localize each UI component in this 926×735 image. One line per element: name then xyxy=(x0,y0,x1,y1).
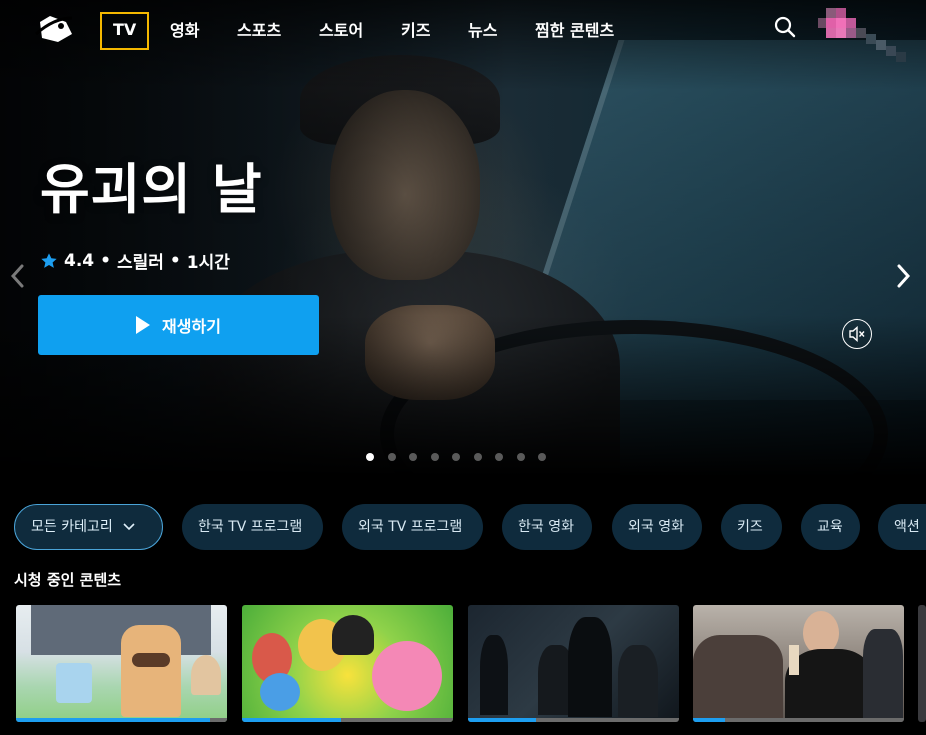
carousel-dot[interactable] xyxy=(495,453,503,461)
speaker-muted-icon xyxy=(849,326,865,342)
hero-duration: 1시간 xyxy=(186,253,230,273)
chip-korean-tv[interactable]: 한국 TV 프로그램 xyxy=(182,504,323,550)
nav-tab-news[interactable]: 뉴스 xyxy=(468,13,497,49)
carousel-next-icon[interactable] xyxy=(895,262,913,290)
hero-genre: 스릴러 xyxy=(117,253,164,273)
nav-tab-kids[interactable]: 키즈 xyxy=(401,13,430,49)
nav-tab-movies[interactable]: 영화 xyxy=(170,13,199,49)
thumbnail xyxy=(242,605,453,722)
mute-button[interactable] xyxy=(842,319,872,349)
chip-label: 모든 카테고리 xyxy=(31,519,113,535)
search-icon[interactable] xyxy=(772,14,798,40)
chip-kids[interactable]: 키즈 xyxy=(721,504,782,550)
nav-tab-watchlist[interactable]: 찜한 콘텐츠 xyxy=(535,13,614,49)
carousel-dot[interactable] xyxy=(430,453,439,461)
carousel-dot[interactable] xyxy=(387,453,396,461)
watch-progress xyxy=(16,718,227,722)
chip-foreign-movies[interactable]: 외국 영화 xyxy=(612,504,702,550)
continue-card-partial[interactable] xyxy=(918,605,926,722)
nav-tab-sports[interactable]: 스포츠 xyxy=(237,13,281,49)
carousel-dot[interactable] xyxy=(452,453,460,461)
chevron-down-icon xyxy=(123,523,135,531)
carousel-pagination xyxy=(366,453,546,461)
app-logo-icon[interactable] xyxy=(34,12,74,46)
hero-meta: 4.4 • 스릴러 • 1시간 xyxy=(40,248,230,273)
chip-all-categories[interactable]: 모든 카테고리 xyxy=(14,504,163,550)
chip-korean-movies[interactable]: 한국 영화 xyxy=(502,504,592,550)
nav-tab-store[interactable]: 스토어 xyxy=(319,13,363,49)
continue-card[interactable] xyxy=(242,605,453,722)
play-icon xyxy=(136,316,151,334)
hero-title: 유괴의 날 xyxy=(40,158,263,221)
chip-action[interactable]: 액션 xyxy=(878,504,926,550)
thumbnail xyxy=(468,605,679,722)
carousel-dot[interactable] xyxy=(473,453,482,461)
star-icon xyxy=(41,252,57,268)
watch-progress-fill xyxy=(16,718,211,722)
chip-foreign-tv[interactable]: 외국 TV 프로그램 xyxy=(342,504,483,550)
profile-avatar[interactable] xyxy=(818,8,918,68)
watch-progress-fill xyxy=(242,718,342,722)
carousel-dot[interactable] xyxy=(409,453,417,461)
watch-progress xyxy=(693,718,904,722)
watch-progress-fill xyxy=(468,718,536,722)
top-nav: TV 영화 스포츠 스토어 키즈 뉴스 찜한 콘텐츠 xyxy=(0,0,926,62)
continue-card[interactable] xyxy=(693,605,904,722)
continue-card[interactable] xyxy=(468,605,679,722)
carousel-dot[interactable] xyxy=(516,453,525,461)
carousel-dot[interactable] xyxy=(538,453,546,461)
play-button[interactable]: 재생하기 xyxy=(38,295,319,355)
nav-tab-tv[interactable]: TV xyxy=(100,12,150,50)
thumbnail xyxy=(16,605,227,722)
chip-education[interactable]: 교육 xyxy=(801,504,860,550)
carousel-prev-icon[interactable] xyxy=(8,262,26,290)
play-button-label: 재생하기 xyxy=(162,317,221,336)
thumbnail xyxy=(693,605,904,722)
carousel-dot[interactable] xyxy=(366,453,374,461)
watch-progress-fill xyxy=(693,718,725,722)
hero-rating: 4.4 xyxy=(64,250,95,271)
continue-card[interactable] xyxy=(16,605,227,722)
watch-progress xyxy=(242,718,453,722)
watch-progress xyxy=(468,718,679,722)
hero-banner[interactable] xyxy=(0,0,926,485)
section-title-continue-watching: 시청 중인 콘텐츠 xyxy=(14,571,122,589)
